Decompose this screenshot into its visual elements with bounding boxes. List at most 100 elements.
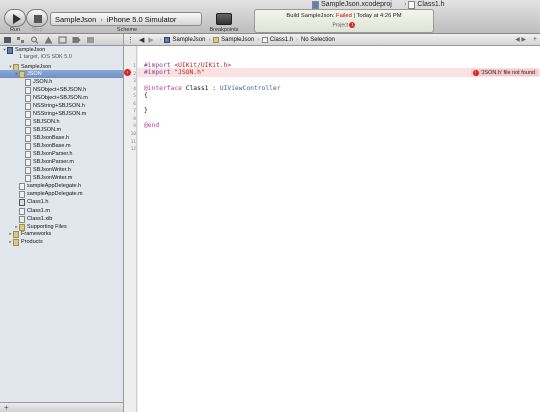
navigator-item[interactable]: NSObject+SBJSON.m	[0, 94, 123, 102]
navigator-item[interactable]: SBJsonParser.h	[0, 150, 123, 158]
navigator-item-label: SBJsonParser.h	[33, 151, 73, 157]
stop-label: Stop	[31, 27, 43, 33]
navigator-item[interactable]: 1 target, iOS SDK 5.0	[0, 53, 123, 61]
issue-nav-arrows-icon[interactable]: ◀ ▶	[515, 36, 526, 43]
implementation-file-icon	[25, 158, 31, 166]
navigator-item[interactable]: SBJsonWriter.h	[0, 166, 123, 174]
jumpbar-crumb-project[interactable]: SampleJson	[164, 36, 205, 43]
line-number: 8	[133, 116, 136, 122]
forward-icon[interactable]: ▶	[148, 36, 153, 44]
navigator-item-label: Class1.xib	[27, 216, 53, 222]
folder-icon	[13, 230, 19, 238]
navigator-item[interactable]: ▸ Products	[0, 238, 123, 246]
code-line-brace-close[interactable]: }	[144, 107, 148, 115]
activity-viewer[interactable]: Build SampleJson: Failed | Today at 4:26…	[254, 9, 434, 33]
jumpbar-crumb-selection[interactable]: No Selection	[301, 37, 335, 43]
navigator-item[interactable]: Class1.xib	[0, 215, 123, 223]
navigator-item[interactable]: NSObject+SBJSON.h	[0, 86, 123, 94]
import-path: <UIKit/UIKit.h>	[170, 62, 232, 69]
header-file-icon	[261, 36, 268, 43]
issue-summary[interactable]: Project 1	[255, 22, 433, 28]
implementation-file-icon	[25, 94, 31, 102]
navigator-item-label: Frameworks	[21, 231, 52, 237]
code-line-end[interactable]: @end	[144, 122, 159, 130]
project-navigator: ▾ SampleJson 1 target, iOS SDK 5.0 ▾ SampleJ…	[0, 46, 124, 412]
xcodeproj-icon	[312, 0, 319, 9]
header-file-icon	[408, 0, 416, 9]
line-number: 11	[130, 139, 136, 145]
navigator-item[interactable]: SBJSON.h	[0, 118, 123, 126]
breakpoints-button[interactable]	[216, 13, 232, 25]
code-line-import-json[interactable]: #import "JSON.h"	[144, 69, 205, 77]
project-navigator-icon[interactable]	[3, 36, 12, 44]
chevron-right-icon: ›	[404, 1, 407, 8]
header-file-icon	[25, 78, 31, 86]
back-icon[interactable]: ◀	[139, 36, 144, 44]
implementation-file-icon	[25, 110, 31, 118]
navigator-item-label: Class1.h	[27, 199, 49, 205]
navigator-item[interactable]: NSString+SBJSON.m	[0, 110, 123, 118]
implementation-file-icon	[19, 207, 25, 215]
superclass-name: UIViewController	[219, 85, 281, 92]
header-file-icon	[25, 118, 31, 126]
navigator-item[interactable]: JSON.h	[0, 78, 123, 86]
header-file-icon	[25, 86, 31, 94]
folder-icon	[213, 36, 220, 43]
error-message-bubble[interactable]: ! 'JSON.h' file not found	[470, 69, 538, 76]
jumpbar-separator: ›	[296, 36, 298, 43]
document-titlebar: SampleJson.xcodeproj › Class1.h	[254, 0, 540, 9]
navigator-item[interactable]: SBJsonParser.m	[0, 158, 123, 166]
add-editor-icon[interactable]: +	[533, 36, 537, 43]
jumpbar-crumb-file[interactable]: Class1.h	[261, 36, 293, 43]
navigator-item[interactable]: SBJsonBase.m	[0, 142, 123, 150]
stop-button[interactable]	[26, 9, 48, 27]
implementation-file-icon	[25, 126, 31, 134]
navigator-item-label: SBJsonBase.h	[33, 135, 70, 141]
implementation-file-icon	[19, 190, 25, 198]
play-icon	[13, 14, 21, 24]
xcode-window: Run Stop SampleJson › iPhone 5.0 Simulat…	[0, 0, 540, 412]
navigator-item[interactable]: Class1.h	[0, 198, 123, 206]
run-button[interactable]	[4, 9, 26, 27]
navigator-item-label: NSObject+SBJSON.h	[33, 87, 87, 93]
navigator-item[interactable]: Class1.m	[0, 207, 123, 215]
stop-icon	[34, 15, 42, 23]
navigator-item[interactable]: ▸ Frameworks	[0, 230, 123, 238]
import-path: "JSON.h"	[170, 69, 205, 76]
file-tab[interactable]: › Class1.h	[404, 0, 445, 9]
navigator-item[interactable]: SBJSON.m	[0, 126, 123, 134]
line-number: 7	[133, 109, 136, 115]
line-number-gutter[interactable]: 1 2 3 4 5 6 7 8 9 10 11 12	[124, 46, 137, 412]
line-number: 3	[133, 79, 136, 85]
scheme-label: Scheme	[116, 27, 138, 33]
add-icon[interactable]: +	[4, 403, 9, 412]
code-line-brace-open[interactable]: {	[144, 92, 148, 100]
navigator-item-label: SBJSON.h	[33, 119, 60, 125]
scheme-target: SampleJson	[55, 14, 97, 24]
project-tab[interactable]: SampleJson.xcodeproj	[312, 0, 392, 9]
build-separator: |	[353, 13, 355, 19]
navigator-item[interactable]: NSString+SBJSON.h	[0, 102, 123, 110]
scheme-popup[interactable]: SampleJson › iPhone 5.0 Simulator	[50, 12, 202, 26]
search-icon[interactable]	[30, 36, 39, 44]
header-file-icon	[25, 134, 31, 142]
implementation-file-icon	[25, 142, 31, 150]
code-line-interface[interactable]: @interface Class1 : UIViewController	[144, 85, 281, 93]
navigator-item[interactable]: SBJsonBase.h	[0, 134, 123, 142]
navigator-item[interactable]: SBJsonWriter.m	[0, 174, 123, 182]
navigator-item[interactable]: sampleAppDelegate.h	[0, 182, 123, 190]
breakpoint-navigator-icon[interactable]	[72, 36, 81, 44]
related-items-icon[interactable]: ⋮	[127, 36, 134, 44]
file-title: Class1.h	[417, 1, 445, 8]
navigator-item[interactable]: sampleAppDelegate.m	[0, 190, 123, 198]
log-navigator-icon[interactable]	[86, 36, 95, 44]
navigator-item-label: JSON.h	[33, 79, 53, 85]
source-editor[interactable]	[138, 46, 540, 412]
navigator-item[interactable]: ▾ JSON	[0, 70, 123, 78]
symbol-navigator-icon[interactable]	[16, 36, 25, 44]
xcodeproj-icon	[164, 36, 171, 43]
error-marker-icon[interactable]: !	[124, 69, 131, 76]
jumpbar-crumb-group[interactable]: SampleJson	[213, 36, 254, 43]
issue-navigator-icon[interactable]	[44, 36, 53, 44]
debug-navigator-icon[interactable]	[58, 36, 67, 44]
